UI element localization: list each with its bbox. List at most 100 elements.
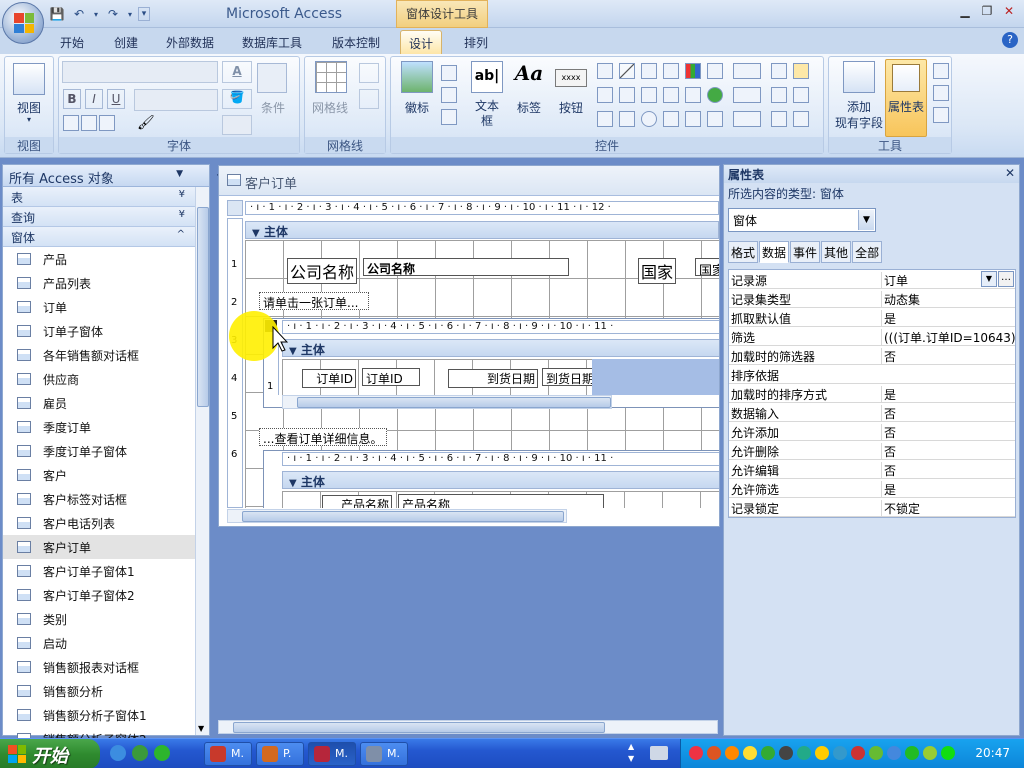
office-button[interactable] xyxy=(2,2,44,44)
textbox-icon[interactable]: ab| xyxy=(471,61,503,93)
document-tab[interactable]: 客户订单 xyxy=(219,166,719,196)
unbound-frame-icon[interactable] xyxy=(707,63,723,79)
property-value[interactable]: 是 xyxy=(881,310,1015,327)
property-row[interactable]: 允许筛选 是 xyxy=(729,479,1015,498)
details-subform[interactable]: · ı · 1 · ı · 2 · ı · 3 · ı · 4 · ı · 5 … xyxy=(263,450,719,508)
list-box-icon[interactable] xyxy=(597,87,613,103)
nav-category-2[interactable]: 窗体 ^ xyxy=(3,227,195,247)
property-sheet-close-icon[interactable]: ✕ xyxy=(1005,166,1015,180)
italic-button[interactable]: I xyxy=(85,89,103,109)
property-row[interactable]: 排序依据 xyxy=(729,365,1015,384)
property-tab-3[interactable]: 其他 xyxy=(821,241,852,263)
tray-icon-10[interactable] xyxy=(851,746,865,760)
conditions-label[interactable]: 条件 xyxy=(255,99,291,116)
property-row[interactable]: 允许编辑 否 xyxy=(729,460,1015,479)
ie-icon[interactable] xyxy=(110,745,126,761)
tab-home[interactable]: 开始 xyxy=(52,30,92,54)
title-icon[interactable] xyxy=(441,65,457,81)
subform2-detail-header[interactable]: ▼ 主体 xyxy=(282,471,719,489)
hint-click-order-label[interactable]: 请单击一张订单... xyxy=(259,292,369,310)
save-icon[interactable]: 💾 xyxy=(48,5,66,23)
workspace-hscroll-thumb[interactable] xyxy=(233,722,605,733)
tray-icon-8[interactable] xyxy=(815,746,829,760)
nav-item-form[interactable]: 销售额分析子窗体1 xyxy=(3,703,195,727)
tab-database-tools[interactable]: 数据库工具 xyxy=(234,30,310,54)
tray-icon-11[interactable] xyxy=(869,746,883,760)
logo-icon[interactable] xyxy=(401,61,433,93)
datetime-icon[interactable] xyxy=(441,109,457,125)
customize-qat-icon[interactable]: ▾ xyxy=(138,7,150,21)
nav-category-1[interactable]: 查询 ¥ xyxy=(3,207,195,227)
media-icon[interactable] xyxy=(132,745,148,761)
line-style-icon[interactable] xyxy=(359,89,379,109)
button-icon[interactable]: xxxx xyxy=(555,69,587,87)
image-icon[interactable] xyxy=(685,87,701,103)
combo-box-icon[interactable] xyxy=(663,63,679,79)
property-row[interactable]: 加载时的排序方式 是 xyxy=(729,384,1015,403)
product-name-label[interactable]: 产品名称 xyxy=(322,495,392,508)
subform-hscroll[interactable] xyxy=(282,395,612,409)
line-thickness-icon[interactable] xyxy=(733,63,761,79)
view-code-icon[interactable] xyxy=(933,85,949,101)
order-id-label[interactable]: 订单ID xyxy=(302,369,356,388)
property-value[interactable]: 否 xyxy=(881,462,1015,479)
workspace-hscroll[interactable] xyxy=(218,720,718,734)
order-id-field[interactable]: 订单ID xyxy=(362,368,420,386)
add-existing-fields-label[interactable]: 添加 现有字段 xyxy=(829,99,889,131)
set-control-defaults-icon[interactable] xyxy=(771,87,787,103)
toggle-button-icon[interactable] xyxy=(619,111,635,127)
orders-subform[interactable]: · ı · 1 · ı · 2 · ı · 3 · ı · 4 · ı · 5 … xyxy=(263,318,719,409)
start-button[interactable]: 开始 xyxy=(0,739,100,768)
nav-category-0[interactable]: 表 ¥ xyxy=(3,187,195,207)
logo-label[interactable]: 徽标 xyxy=(395,99,439,116)
tray-icon-2[interactable] xyxy=(707,746,721,760)
nav-item-form[interactable]: 订单子窗体 xyxy=(3,319,195,343)
textbox-label[interactable]: 文本 框 xyxy=(467,99,507,129)
property-row[interactable]: 数据输入 否 xyxy=(729,403,1015,422)
nav-item-form[interactable]: 供应商 xyxy=(3,367,195,391)
property-tab-4[interactable]: 全部 xyxy=(852,241,883,263)
select-form-icon[interactable] xyxy=(227,200,243,216)
property-row[interactable]: 允许删除 否 xyxy=(729,441,1015,460)
nav-item-form[interactable]: 雇员 xyxy=(3,391,195,415)
add-existing-fields-icon[interactable] xyxy=(843,61,875,93)
property-sheet-button[interactable]: 属性表 xyxy=(885,59,927,137)
tab-control-icon[interactable] xyxy=(597,63,613,79)
nav-item-form[interactable]: 订单 xyxy=(3,295,195,319)
insert-activex-icon[interactable] xyxy=(771,111,787,127)
tab-external-data[interactable]: 外部数据 xyxy=(158,30,222,54)
line-type-icon[interactable] xyxy=(733,87,761,103)
chart-icon[interactable] xyxy=(685,63,701,79)
country-field[interactable]: 国家 xyxy=(695,258,719,276)
nav-scrollbar[interactable]: ▼ xyxy=(195,187,209,735)
option-button-icon[interactable] xyxy=(641,111,657,127)
subform-grid[interactable]: 订单ID 订单ID 到货日期 到货日期 xyxy=(282,359,600,395)
tab-arrange[interactable]: 排列 xyxy=(456,30,496,54)
property-row[interactable]: 加载时的筛选器 否 xyxy=(729,346,1015,365)
property-tab-1[interactable]: 数据 xyxy=(759,241,790,263)
property-value[interactable]: 否 xyxy=(881,443,1015,460)
tab-design[interactable]: 设计 xyxy=(400,30,443,54)
task-scroll-icon[interactable]: ▲ ▼ xyxy=(628,741,634,765)
control-wizard-icon[interactable] xyxy=(793,87,809,103)
property-value[interactable]: 动态集 xyxy=(881,291,1015,308)
bound-frame-icon[interactable] xyxy=(707,87,723,103)
task-3[interactable]: M. xyxy=(308,742,356,766)
tray-icon-4[interactable] xyxy=(743,746,757,760)
subform-icon[interactable] xyxy=(663,87,679,103)
conditional-format-icon[interactable] xyxy=(257,63,287,93)
nav-header[interactable]: 所有 Access 对象 ▼ « xyxy=(3,165,223,187)
tray-icon-7[interactable] xyxy=(797,746,811,760)
nav-item-form[interactable]: 客户电话列表 xyxy=(3,511,195,535)
nav-item-form[interactable]: 各年销售额对话框 xyxy=(3,343,195,367)
activex-icon[interactable] xyxy=(707,111,723,127)
property-value[interactable]: 是 xyxy=(881,481,1015,498)
convert-macros-icon[interactable] xyxy=(933,107,949,123)
insert-hyperlink-icon[interactable] xyxy=(663,111,679,127)
align-left-icon[interactable] xyxy=(63,115,79,131)
gridlines-label[interactable]: 网格线 xyxy=(305,99,355,116)
property-value[interactable]: (((订单.订单ID=10643))) xyxy=(881,329,1015,346)
page-number-icon[interactable] xyxy=(441,87,457,103)
redo-dropdown-icon[interactable]: ▾ xyxy=(126,5,134,23)
company-name-label[interactable]: 公司名称 xyxy=(287,258,358,284)
